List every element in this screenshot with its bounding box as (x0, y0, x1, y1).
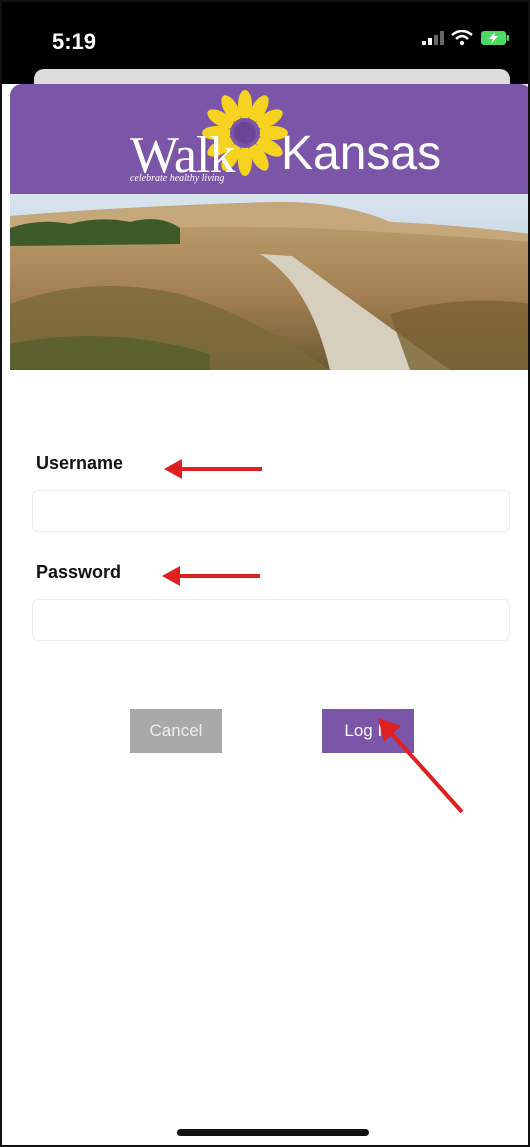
username-input[interactable] (32, 490, 510, 532)
password-input[interactable] (32, 599, 510, 641)
cancel-button[interactable]: Cancel (130, 709, 222, 753)
status-icons (422, 30, 510, 46)
arrow-to-login (378, 718, 464, 814)
arrow-to-username (164, 459, 262, 479)
wifi-icon (451, 30, 473, 46)
logo-word-kansas: Kansas (281, 127, 442, 180)
signal-icon (422, 31, 444, 45)
username-label: Username (36, 453, 124, 473)
walk-kansas-logo: Walk Kansas celebrate healthy living (124, 88, 441, 192)
phone-frame: 5:19 Walk Kansas celebrate healthy livin… (0, 0, 530, 1147)
status-time: 5:19 (52, 29, 97, 54)
arrow-to-password (162, 566, 260, 586)
home-indicator (177, 1129, 369, 1136)
logo-tagline: celebrate healthy living (130, 173, 225, 184)
prairie-trail-photo (10, 194, 528, 370)
login-sheet: Walk Kansas celebrate healthy living Use… (10, 84, 528, 1145)
battery-charging-icon (481, 31, 509, 45)
password-label: Password (36, 562, 122, 582)
app-header: Walk Kansas celebrate healthy living (10, 84, 528, 194)
